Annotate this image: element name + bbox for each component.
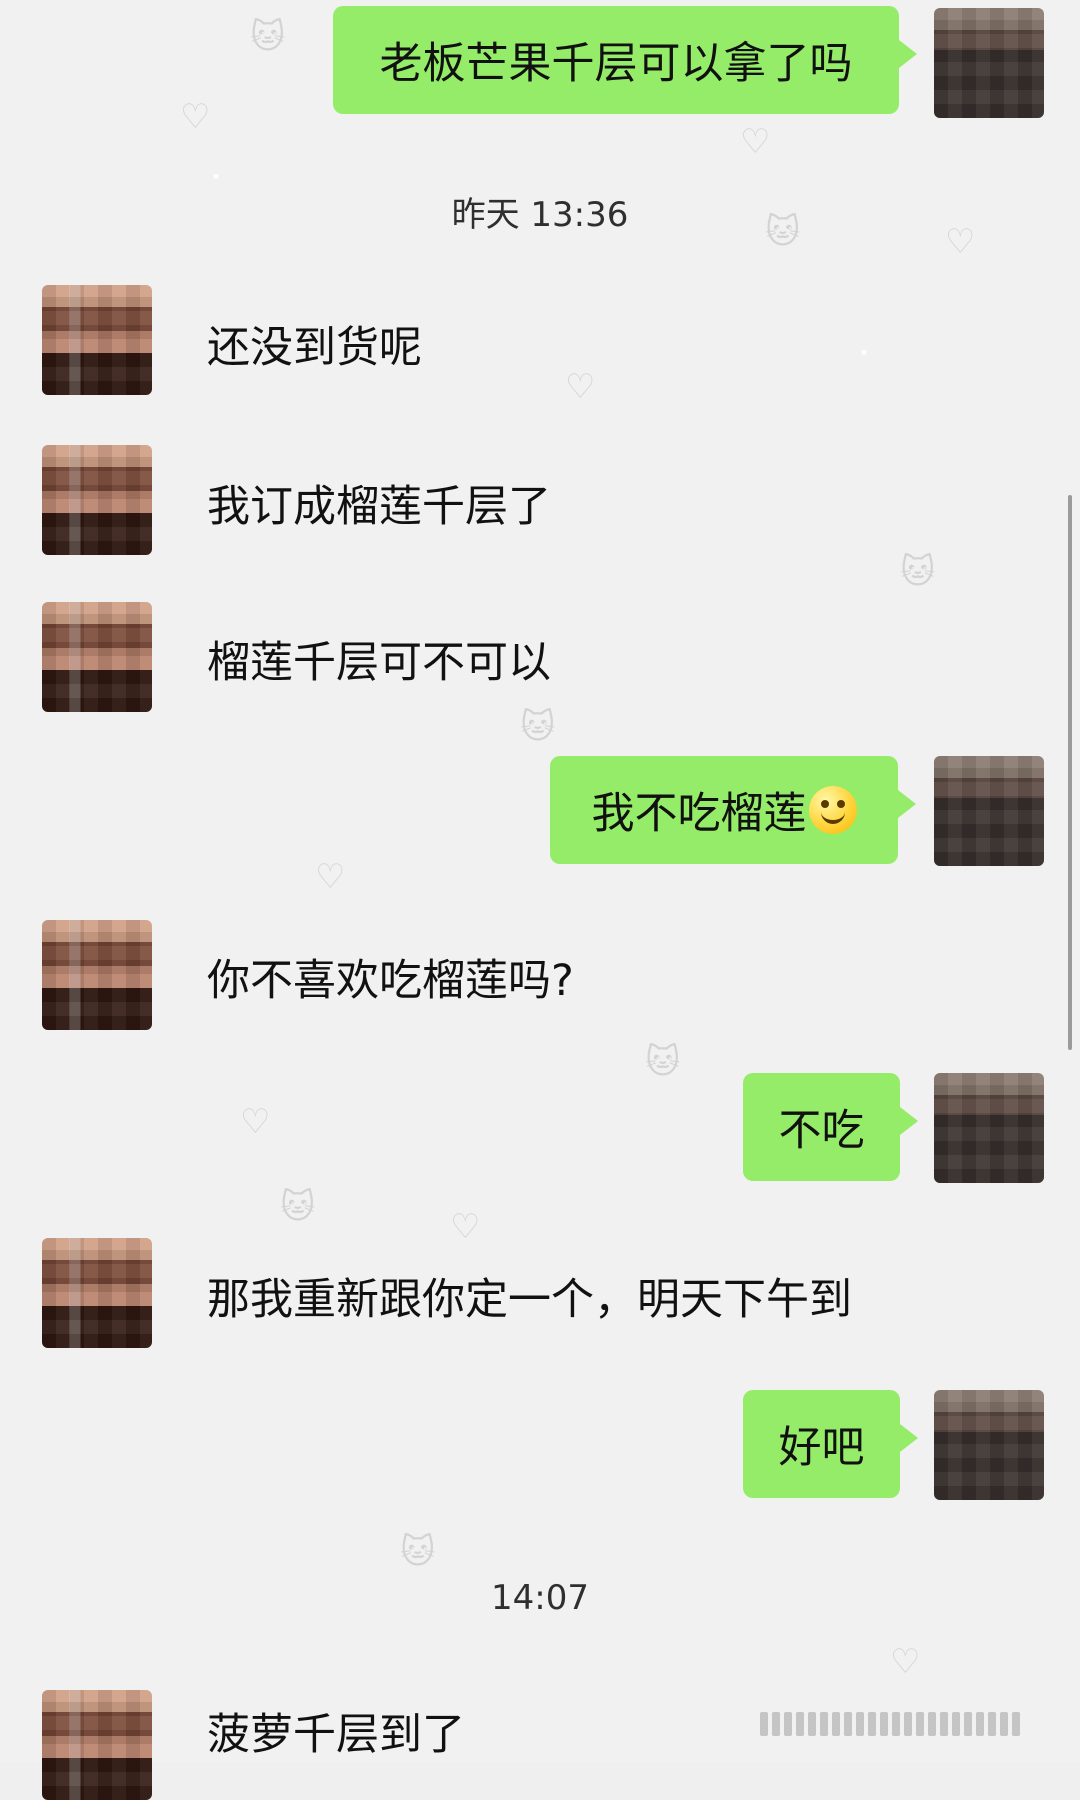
message-text-no-durian: 我不吃榴莲 xyxy=(591,789,807,839)
user-avatar[interactable] xyxy=(934,756,1044,866)
heart-doodle-7: ♡ xyxy=(450,1207,481,1247)
heart-doodle-2: ♡ xyxy=(740,122,771,162)
heart-doodle-4: ♡ xyxy=(565,367,596,407)
message-text-mango: 老板芒果千层可以拿了吗 xyxy=(379,39,853,89)
merchant-avatar[interactable] xyxy=(42,1690,152,1800)
chat-scrollbar[interactable] xyxy=(1068,495,1072,1050)
timestamp-1407: 14:07 xyxy=(491,1578,589,1618)
smile-emoji-icon xyxy=(808,786,857,834)
message-bubble-mango[interactable]: 老板芒果千层可以拿了吗 xyxy=(333,6,917,114)
merchant-avatar[interactable] xyxy=(42,602,152,712)
message-reorder: 那我重新跟你定一个，明天下午到 xyxy=(207,1275,852,1325)
heart-doodle-5: ♡ xyxy=(315,857,346,897)
user-avatar[interactable] xyxy=(934,1390,1044,1500)
merchant-avatar[interactable] xyxy=(42,285,152,395)
heart-doodle-8: ♡ xyxy=(890,1642,921,1682)
cat-doodle-7: 🐱 xyxy=(400,1532,436,1572)
cat-doodle-5: 🐱 xyxy=(645,1042,681,1082)
user-avatar[interactable] xyxy=(934,1073,1044,1183)
message-bubble-ok[interactable]: 好吧 xyxy=(743,1390,918,1498)
cat-doodle-1: 🐱 xyxy=(250,17,286,57)
message-dislike-durian: 你不喜欢吃榴莲吗? xyxy=(207,956,574,1006)
bottom-overlay-marks xyxy=(760,1710,1060,1738)
heart-doodle-6: ♡ xyxy=(240,1102,271,1142)
merchant-avatar[interactable] xyxy=(42,920,152,1030)
chat-wallpaper xyxy=(0,0,1080,1762)
message-durian-question: 榴莲千层可不可以 xyxy=(207,638,551,688)
message-not-arrived: 还没到货呢 xyxy=(207,323,422,373)
user-avatar[interactable] xyxy=(934,8,1044,118)
message-text-no: 不吃 xyxy=(778,1106,865,1156)
cat-doodle-6: 🐱 xyxy=(280,1187,316,1227)
message-text-ok: 好吧 xyxy=(778,1423,865,1473)
message-durian-ordered: 我订成榴莲千层了 xyxy=(207,482,551,532)
timestamp-yesterday: 昨天 13:36 xyxy=(451,195,629,235)
message-pineapple-arrived: 菠萝千层到了 xyxy=(207,1710,465,1760)
cat-doodle-3: 🐱 xyxy=(900,552,936,592)
merchant-avatar[interactable] xyxy=(42,1238,152,1348)
heart-doodle-1: ♡ xyxy=(180,97,211,137)
cat-doodle-4: 🐱 xyxy=(520,707,556,747)
message-bubble-no-durian[interactable]: 我不吃榴莲 xyxy=(550,756,916,864)
message-bubble-no[interactable]: 不吃 xyxy=(743,1073,918,1181)
merchant-avatar[interactable] xyxy=(42,445,152,555)
